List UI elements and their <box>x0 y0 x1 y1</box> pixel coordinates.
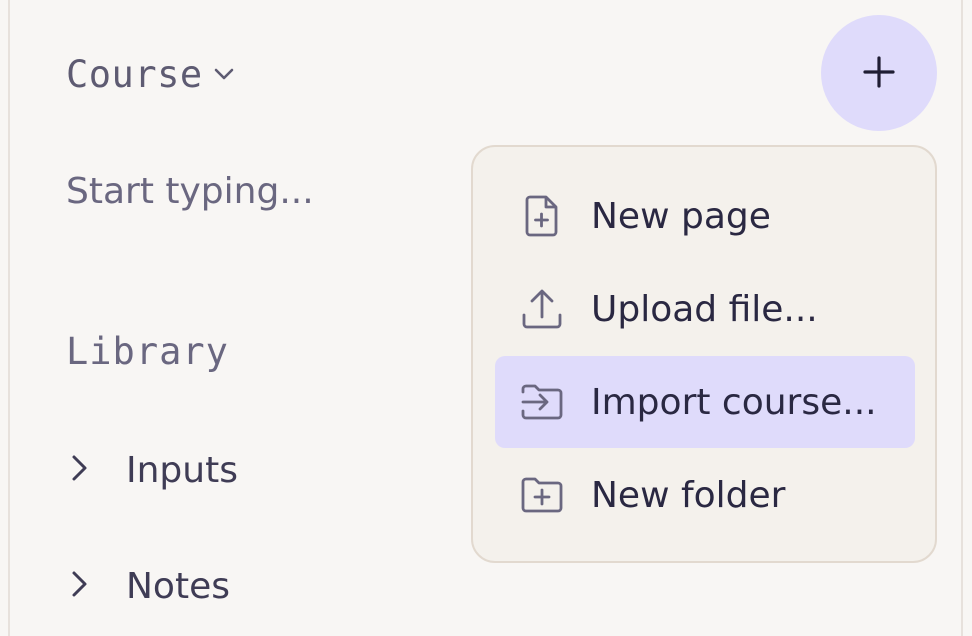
menu-item-upload-file[interactable]: Upload file... <box>495 263 915 355</box>
menu-item-new-folder[interactable]: New folder <box>495 449 915 541</box>
folder-import-icon <box>519 379 565 425</box>
file-plus-icon <box>519 193 565 239</box>
tree-item-notes[interactable]: Notes <box>70 560 230 612</box>
menu-item-label: Upload file... <box>591 288 818 330</box>
tree-item-inputs[interactable]: Inputs <box>70 444 238 496</box>
menu-item-import-course[interactable]: Import course... <box>495 356 915 448</box>
menu-item-new-page[interactable]: New page <box>495 170 915 262</box>
search-input[interactable] <box>66 166 426 216</box>
add-menu: New page Upload file... Import course...… <box>471 145 937 563</box>
chevron-right-icon <box>70 454 90 486</box>
folder-plus-icon <box>519 472 565 518</box>
add-button[interactable] <box>821 15 937 131</box>
plus-icon <box>861 54 897 93</box>
course-selector[interactable]: Course <box>66 52 235 96</box>
library-heading: Library <box>66 330 229 373</box>
menu-item-label: New page <box>591 195 771 237</box>
chevron-right-icon <box>70 570 90 602</box>
menu-item-label: Import course... <box>591 381 877 423</box>
menu-item-label: New folder <box>591 474 786 516</box>
upload-icon <box>519 286 565 332</box>
chevron-down-icon <box>213 67 235 81</box>
course-selector-label: Course <box>66 52 203 96</box>
tree-item-label: Notes <box>126 565 230 607</box>
tree-item-label: Inputs <box>126 449 238 491</box>
